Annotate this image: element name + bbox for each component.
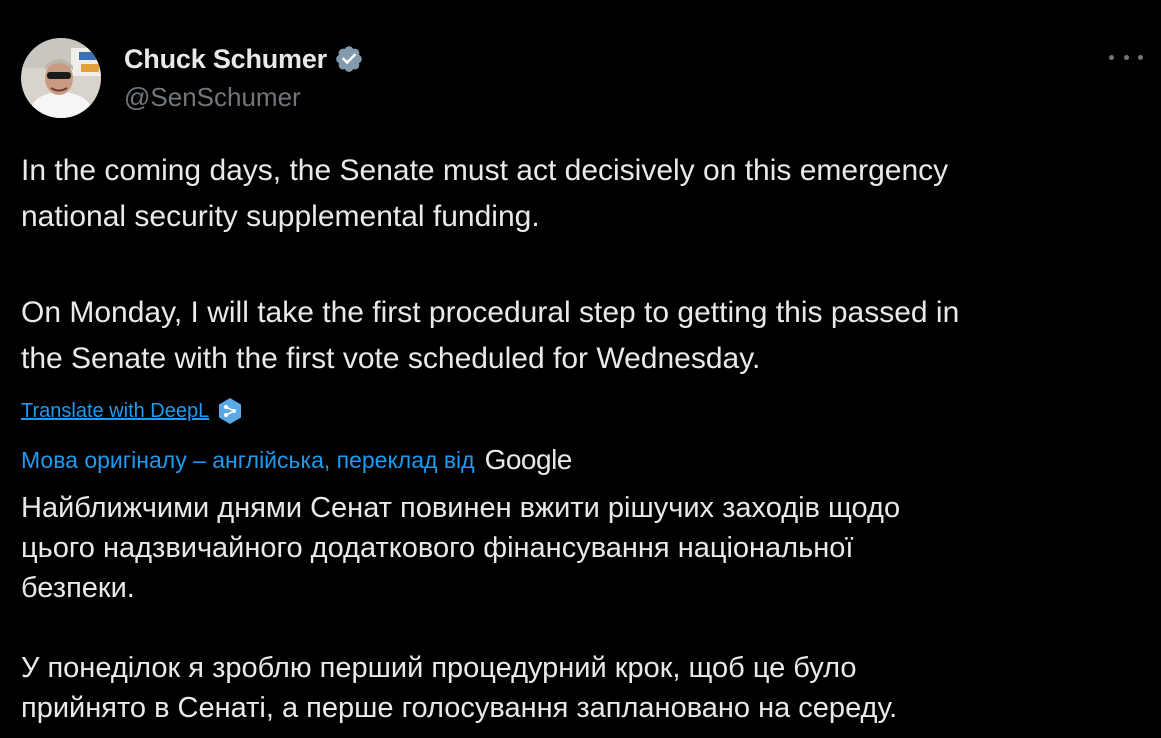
tweet-paragraph-2: On Monday, I will take the first procedu… [21,290,959,382]
author-row: Chuck Schumer [124,42,364,76]
translation-source-text[interactable]: Мова оригіналу – англійська, переклад ві… [21,447,475,474]
tweet-line: national security supplemental funding. [21,200,540,233]
translation-line: У понеділок я зроблю перший процедурний … [21,652,857,684]
tweet-paragraph-1: In the coming days, the Senate must act … [21,148,948,240]
translate-with-deepl-link[interactable]: Translate with DeepL [21,400,209,423]
tweet-line: the Senate with the first vote scheduled… [21,342,761,375]
tweet-card: Chuck Schumer @SenSchumer In the coming … [0,0,1161,738]
more-dot [1138,54,1143,60]
translation-paragraph-1: Найближчими днями Сенат повинен вжити рі… [21,488,900,608]
more-dot [1123,54,1129,60]
more-options-icon[interactable] [1109,44,1143,70]
translation-line: цього надзвичайного додаткового фінансув… [21,532,854,564]
deepl-icon[interactable] [217,397,243,425]
google-logo: Google [484,444,573,475]
author-handle[interactable]: @SenSchumer [124,82,301,113]
more-dot [1109,54,1114,60]
translation-line: Найближчими днями Сенат повинен вжити рі… [21,492,901,524]
google-translation-attribution: Мова оригіналу – англійська, переклад ві… [21,440,572,480]
avatar[interactable] [21,38,101,118]
verified-badge-icon[interactable] [334,44,364,74]
avatar-image [21,38,101,118]
tweet-line: In the coming days, the Senate must act … [21,154,949,187]
translation-line: прийнято в Сенаті, а перше голосування з… [21,692,898,724]
tweet-line: On Monday, I will take the first procedu… [21,296,960,329]
translation-line: безпеки. [21,572,135,604]
display-name[interactable]: Chuck Schumer [124,44,327,75]
translation-paragraph-2: У понеділок я зроблю перший процедурний … [21,648,897,728]
deepl-translate-row: Translate with DeepL [21,395,243,427]
